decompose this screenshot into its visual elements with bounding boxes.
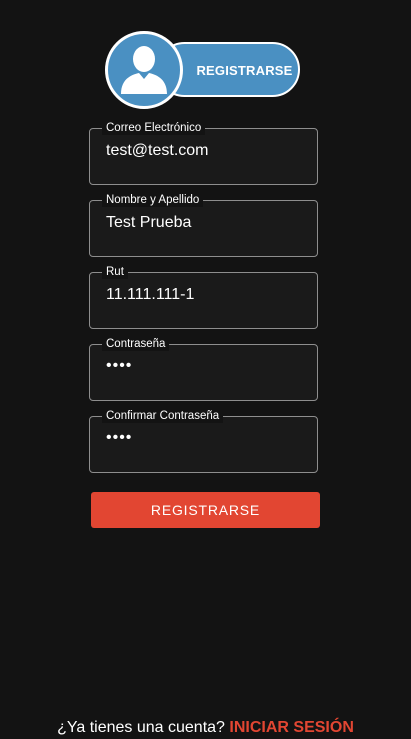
rut-field[interactable]: Rut 11.111.111-1 bbox=[89, 266, 318, 329]
login-link[interactable]: INICIAR SESIÓN bbox=[229, 719, 353, 736]
name-input[interactable]: Test Prueba bbox=[106, 214, 306, 232]
register-pill-label: REGISTRARSE bbox=[196, 63, 293, 78]
email-label: Correo Electrónico bbox=[102, 122, 206, 135]
register-page: REGISTRARSE Correo Electrónico test@test… bbox=[0, 0, 411, 739]
register-button[interactable]: REGISTRARSE bbox=[91, 492, 320, 528]
login-prompt-text: ¿Ya tienes una cuenta? bbox=[57, 719, 225, 736]
password-field[interactable]: Contraseña •••• bbox=[89, 338, 318, 401]
email-input[interactable]: test@test.com bbox=[106, 142, 306, 160]
password-label: Contraseña bbox=[102, 338, 170, 351]
user-icon bbox=[105, 31, 183, 109]
confirm-password-label: Confirmar Contraseña bbox=[102, 410, 224, 423]
register-header: REGISTRARSE bbox=[105, 31, 302, 109]
name-field[interactable]: Nombre y Apellido Test Prueba bbox=[89, 194, 318, 257]
rut-input[interactable]: 11.111.111-1 bbox=[106, 286, 306, 304]
name-label: Nombre y Apellido bbox=[102, 194, 204, 207]
email-field[interactable]: Correo Electrónico test@test.com bbox=[89, 122, 318, 185]
login-prompt: ¿Ya tienes una cuenta? INICIAR SESIÓN bbox=[0, 719, 411, 737]
rut-label: Rut bbox=[102, 266, 128, 279]
confirm-password-input[interactable]: •••• bbox=[106, 429, 306, 447]
confirm-password-field[interactable]: Confirmar Contraseña •••• bbox=[89, 410, 318, 473]
password-input[interactable]: •••• bbox=[106, 357, 306, 375]
